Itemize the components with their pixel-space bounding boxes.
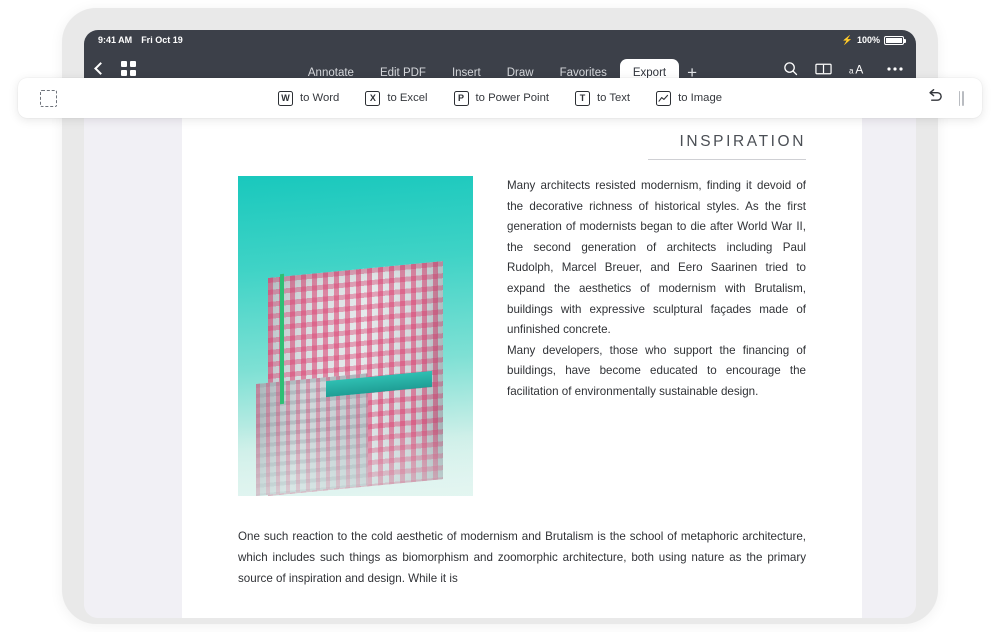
battery-percent-label: 100% [856, 35, 880, 45]
document-figure-image [238, 176, 473, 496]
svg-text:A: A [855, 62, 863, 75]
export-to-text-label: to Text [596, 92, 631, 104]
export-toolbar-right [926, 88, 964, 108]
ios-status-bar: 9:41 AM Fri Oct 19 ⚡ 100% [84, 30, 916, 50]
reading-mode-button[interactable] [815, 62, 832, 76]
heading-rule [648, 159, 806, 160]
screenshot-root: 9:41 AM Fri Oct 19 ⚡ 100% Annotate Edit … [0, 0, 1000, 632]
more-options-icon [887, 66, 903, 71]
document-canvas: PDF Expert ✕ INSPIRATION [84, 87, 916, 618]
paragraph-1: Many architects resisted modernism, find… [507, 179, 806, 337]
more-options-button[interactable] [886, 66, 904, 72]
export-to-text-button[interactable]: T to Text [574, 90, 631, 106]
building-green-accent [280, 273, 284, 405]
export-to-powerpoint-label: to Power Point [475, 92, 549, 104]
page-title: INSPIRATION [679, 133, 806, 150]
word-format-icon: W [277, 90, 293, 106]
book-reading-mode-icon [815, 63, 832, 74]
battery-icon [884, 35, 906, 45]
export-to-excel-label: to Excel [387, 92, 428, 104]
paragraph-2: Many developers, those who support the f… [507, 343, 806, 398]
export-to-image-label: to Image [678, 92, 723, 104]
svg-text:a: a [849, 66, 854, 75]
export-to-image-button[interactable]: to Image [656, 90, 723, 106]
undo-arrow-icon [929, 88, 942, 101]
image-format-icon [656, 90, 672, 106]
powerpoint-format-icon: P [453, 90, 469, 106]
pdf-page[interactable]: INSPIRATION Many architects resisted mod… [182, 109, 862, 618]
text-format-icon: T [574, 90, 590, 106]
text-size-button[interactable]: a A [849, 62, 869, 75]
document-text-column: Many architects resisted modernism, find… [473, 176, 806, 496]
search-icon [784, 62, 798, 76]
export-options-list: W to Word X to Excel P to Power Point T … [18, 90, 982, 106]
status-bar-left: 9:41 AM Fri Oct 19 [98, 35, 183, 45]
export-to-word-button[interactable]: W to Word [277, 90, 340, 106]
page-body: Many architects resisted modernism, find… [238, 176, 806, 496]
export-to-powerpoint-button[interactable]: P to Power Point [453, 90, 549, 106]
paragraph-wide: One such reaction to the cold aesthetic … [238, 530, 806, 585]
export-toolbar: W to Word X to Excel P to Power Point T … [18, 78, 982, 118]
bolt-icon: ⚡ [841, 34, 853, 45]
status-bar-right: ⚡ 100% [841, 34, 906, 46]
excel-format-icon: X [365, 90, 381, 106]
picture-icon [658, 94, 669, 102]
status-date: Fri Oct 19 [141, 35, 183, 45]
search-button[interactable] [783, 61, 798, 76]
drag-handle-icon[interactable] [958, 90, 964, 106]
figure-gradient-overlay [238, 426, 473, 496]
text-size-aa-icon: a A [849, 62, 863, 75]
export-to-excel-button[interactable]: X to Excel [365, 90, 428, 106]
undo-button[interactable] [926, 88, 945, 108]
export-to-word-label: to Word [299, 92, 340, 104]
ipad-screen: 9:41 AM Fri Oct 19 ⚡ 100% Annotate Edit … [84, 30, 916, 618]
status-time: 9:41 AM [98, 35, 133, 45]
